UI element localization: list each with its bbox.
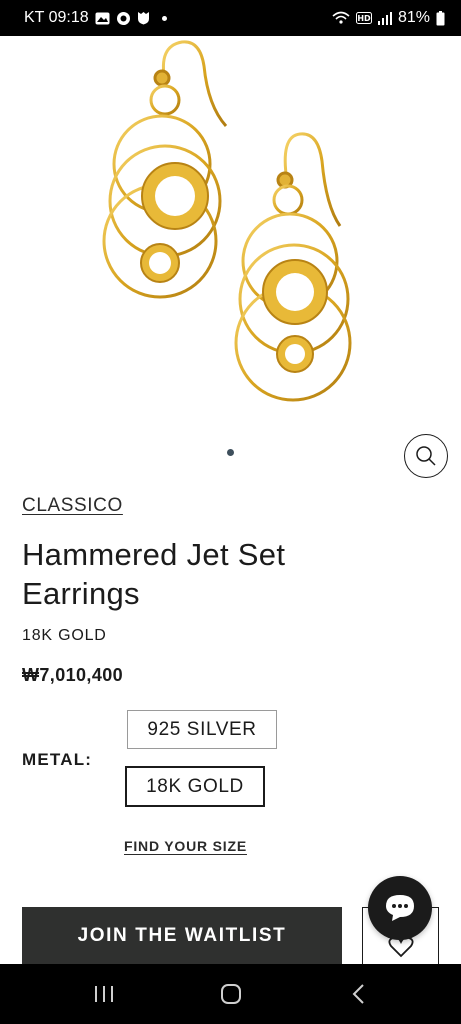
status-time: KT 09:18 (24, 9, 89, 26)
hd-icon: HD (355, 12, 372, 24)
status-left: KT 09:18 (24, 9, 167, 27)
sync-icon (116, 11, 131, 26)
back-button[interactable] (328, 970, 388, 1018)
chat-button[interactable] (368, 876, 432, 940)
battery-icon (436, 10, 445, 26)
home-button[interactable] (201, 970, 261, 1018)
metal-label: METAL: (22, 750, 93, 769)
magnifier-icon (416, 446, 436, 466)
gallery-icon (95, 12, 110, 25)
product-title: Hammered Jet Set Earrings (22, 537, 286, 611)
home-icon (220, 984, 241, 1004)
battery-percent: 81% (397, 9, 430, 26)
product-price: ₩7,010,400 (22, 665, 124, 685)
status-bar: KT 09:18 HD 81% (0, 0, 461, 36)
shield-icon (137, 11, 150, 25)
metal-option-silver[interactable]: 925 SILVER (127, 710, 277, 749)
system-nav-bar (0, 964, 461, 1024)
status-right: HD 81% (332, 9, 445, 27)
back-icon (352, 984, 364, 1004)
find-your-size-link[interactable]: FIND YOUR SIZE (124, 838, 247, 854)
notification-dot (161, 15, 167, 21)
recent-apps-button[interactable] (74, 970, 134, 1018)
product-material: 18K GOLD (22, 627, 107, 644)
product-image-carousel[interactable] (0, 36, 461, 478)
chat-bubble-icon (386, 895, 414, 921)
zoom-button[interactable] (404, 434, 448, 478)
svg-text:HD: HD (357, 14, 371, 23)
collection-link[interactable]: CLASSICO (22, 495, 123, 517)
metal-option-gold[interactable]: 18K GOLD (125, 766, 265, 807)
carousel-dot-active[interactable] (227, 449, 234, 456)
product-image-earrings (102, 40, 352, 402)
join-waitlist-button[interactable]: JOIN THE WAITLIST (22, 907, 342, 965)
recent-apps-icon (94, 986, 113, 1002)
wifi-calling-icon (332, 11, 350, 25)
signal-icon (377, 11, 392, 25)
